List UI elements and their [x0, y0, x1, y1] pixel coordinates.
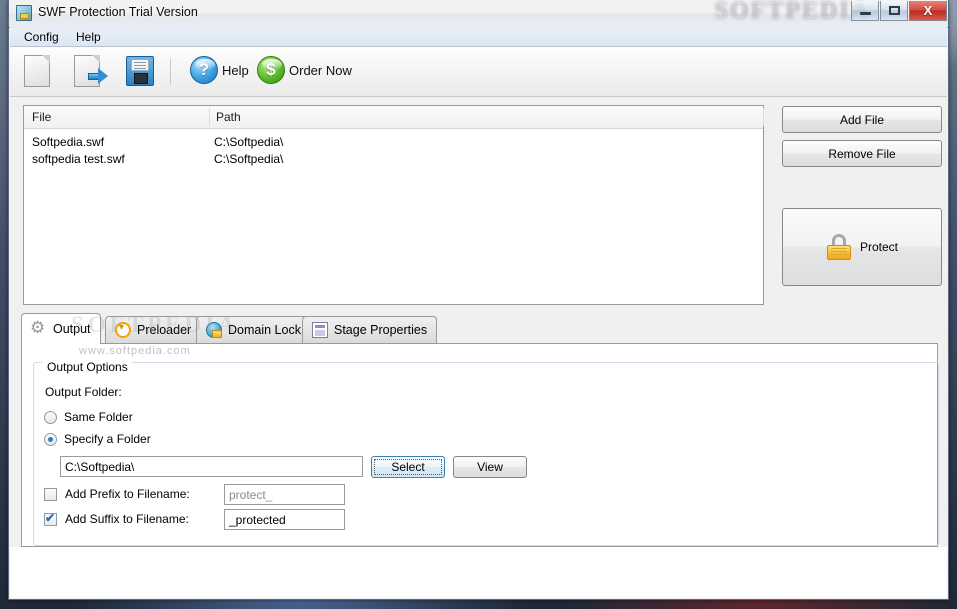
swf-app-icon	[16, 5, 32, 21]
export-document-button[interactable]	[74, 55, 108, 87]
add-file-button[interactable]: Add File	[782, 106, 942, 133]
clock-icon	[115, 322, 131, 338]
cell-file: Softpedia.swf	[32, 135, 105, 149]
radio-specify-folder-indicator	[44, 432, 57, 446]
menu-bar: Config Help	[10, 27, 947, 47]
column-header-path[interactable]: Path	[216, 110, 241, 124]
tab-preloader[interactable]: Preloader	[105, 316, 202, 343]
close-icon: X	[923, 3, 933, 18]
export-document-icon	[74, 55, 108, 87]
help-question-icon: ?	[190, 56, 218, 84]
stage-properties-icon	[312, 322, 328, 338]
output-folder-input[interactable]: C:\Softpedia\	[60, 456, 363, 477]
view-folder-button[interactable]: View	[453, 456, 527, 478]
close-button[interactable]: X	[909, 1, 947, 21]
protect-button-label: Protect	[859, 240, 898, 254]
radio-same-folder-indicator	[44, 410, 57, 424]
gear-icon	[30, 318, 47, 338]
window-client-area	[10, 547, 947, 598]
tab-preloader-label: Preloader	[137, 323, 192, 337]
checkbox-add-suffix-indicator	[44, 511, 57, 526]
output-options-title: Output Options	[43, 360, 132, 374]
cell-path: C:\Softpedia\	[214, 152, 284, 166]
maximize-button[interactable]	[880, 1, 908, 21]
title-bar: SOFTPEDIA SWF Protection Trial Version X	[9, 0, 948, 28]
tab-strip: Output Preloader Domain Lock Stage Prope…	[21, 313, 936, 344]
help-button[interactable]: ?	[190, 56, 218, 84]
remove-file-button[interactable]: Remove File	[782, 140, 942, 167]
tab-output[interactable]: Output	[21, 313, 101, 344]
prefix-input[interactable]: protect_	[224, 484, 345, 505]
table-row[interactable]: softpedia test.swf C:\Softpedia\	[24, 151, 763, 168]
save-floppy-icon	[126, 56, 154, 86]
window-title: SWF Protection Trial Version	[38, 5, 198, 19]
toolbar-separator	[170, 59, 171, 85]
toolbar: ? Help $ Order Now	[10, 47, 947, 97]
tab-stage-properties[interactable]: Stage Properties	[302, 316, 438, 343]
minimize-button[interactable]	[851, 1, 879, 21]
radio-same-folder-label: Same Folder	[64, 410, 133, 424]
application-window: SOFTPEDIA SWF Protection Trial Version X…	[8, 0, 949, 600]
protect-button[interactable]: Protect	[782, 208, 942, 286]
file-list[interactable]: File Path Softpedia.swf C:\Softpedia\ so…	[23, 105, 764, 305]
new-document-icon	[24, 55, 50, 87]
tab-domain-lock-label: Domain Lock	[228, 323, 301, 337]
radio-same-folder[interactable]: Same Folder	[44, 410, 133, 424]
order-now-label[interactable]: Order Now	[289, 63, 352, 78]
globe-lock-icon	[206, 322, 222, 338]
checkbox-add-prefix-label: Add Prefix to Filename:	[65, 487, 190, 501]
help-button-label[interactable]: Help	[222, 63, 249, 78]
titlebar-watermark: SOFTPEDIA	[714, 0, 870, 24]
minimize-icon	[852, 1, 878, 20]
tab-stage-properties-label: Stage Properties	[334, 323, 428, 337]
select-folder-button[interactable]: Select	[371, 456, 445, 478]
save-button[interactable]	[126, 56, 154, 86]
cell-file: softpedia test.swf	[32, 152, 125, 166]
radio-specify-folder[interactable]: Specify a Folder	[44, 432, 151, 446]
cell-path: C:\Softpedia\	[214, 135, 284, 149]
lock-icon	[826, 234, 852, 260]
checkbox-add-prefix-indicator	[44, 487, 57, 501]
menu-item-help[interactable]: Help	[72, 30, 105, 44]
suffix-input[interactable]: _protected	[224, 509, 345, 530]
tab-output-label: Output	[53, 322, 91, 336]
maximize-icon	[881, 1, 907, 20]
order-dollar-icon: $	[257, 56, 285, 84]
checkbox-add-suffix-label: Add Suffix to Filename:	[65, 512, 189, 526]
radio-specify-folder-label: Specify a Folder	[64, 432, 151, 446]
new-document-button[interactable]	[24, 55, 50, 87]
table-row[interactable]: Softpedia.swf C:\Softpedia\	[24, 134, 763, 151]
menu-item-config[interactable]: Config	[20, 30, 63, 44]
output-folder-label: Output Folder:	[45, 385, 122, 399]
column-header-file[interactable]: File	[32, 110, 51, 124]
tab-domain-lock[interactable]: Domain Lock	[196, 316, 311, 343]
checkbox-add-prefix[interactable]: Add Prefix to Filename:	[44, 487, 190, 501]
file-list-header: File Path	[24, 106, 764, 129]
order-now-button[interactable]: $	[257, 56, 285, 84]
checkbox-add-suffix[interactable]: Add Suffix to Filename:	[44, 511, 189, 526]
